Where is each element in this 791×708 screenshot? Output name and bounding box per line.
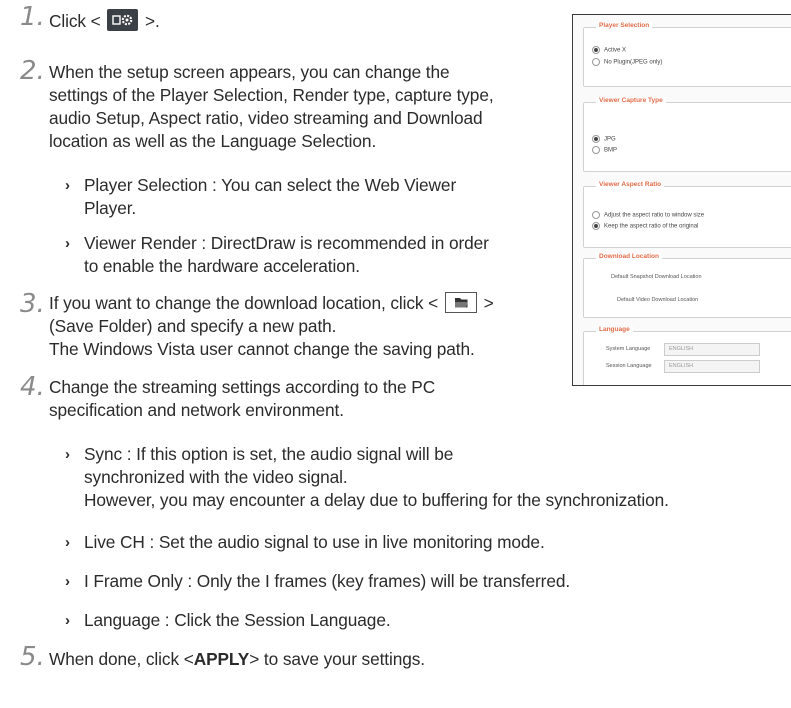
step-5-after: > to save your settings.: [249, 649, 426, 669]
step-3-line-2: (Save Folder) and specify a new path.: [49, 316, 337, 336]
radio-unselected: [592, 211, 600, 219]
bullet-viewer-render-line-2: to enable the hardware acceleration.: [84, 256, 360, 276]
system-language-label: System Language: [606, 346, 651, 352]
snapshot-location-label: Default Snapshot Download Location: [611, 274, 702, 280]
step-number-5: 5.: [20, 642, 45, 672]
radio-selected: [592, 222, 600, 230]
download-location-title: Download Location: [596, 253, 662, 260]
bullet-i-frame-only: I Frame Only : Only the I frames (key fr…: [84, 571, 571, 591]
bullet-live-ch: Live CH : Set the audio signal to use in…: [84, 532, 545, 552]
step-5-text: When done, click <APPLY> to save your se…: [49, 648, 425, 671]
bullet-chevron: ›: [65, 446, 70, 463]
step-3-line-1: If you want to change the download locat…: [49, 291, 494, 315]
player-selection-group: Player Selection Active X No Plugin(JPEG…: [583, 22, 791, 87]
folder-icon: [444, 291, 477, 313]
step-5-before: When done, click <: [49, 649, 194, 669]
option-bmp: BMP: [592, 146, 617, 154]
language-title: Language: [596, 326, 633, 333]
option-keep-aspect: Keep the aspect ratio of the original: [592, 222, 698, 230]
step-2-line-4: location as well as the Language Selecti…: [49, 131, 377, 151]
system-language-select[interactable]: ENGLISH: [664, 343, 760, 356]
option-adjust-aspect: Adjust the aspect ratio to window size: [592, 211, 704, 219]
step-number-3: 3.: [20, 289, 45, 319]
bullet-player-selection-line-2: Player.: [84, 198, 137, 218]
step-1-before: Click <: [49, 11, 101, 31]
bullet-sync-line-1: Sync : If this option is set, the audio …: [84, 444, 454, 464]
bullet-language: Language : Click the Session Language.: [84, 610, 391, 630]
radio-selected: [592, 46, 600, 54]
radio-selected: [592, 135, 600, 143]
capture-type-group: Viewer Capture Type JPG BMP: [583, 97, 791, 172]
setup-screenshot: Player Selection Active X No Plugin(JPEG…: [572, 14, 791, 386]
bullet-viewer-render-line-1: Viewer Render : DirectDraw is recommende…: [84, 233, 489, 253]
step-1-after: >.: [145, 11, 160, 31]
gear-icon: [107, 9, 139, 32]
bullet-sync-line-2: synchronized with the video signal.: [84, 467, 348, 487]
radio-unselected: [592, 58, 600, 66]
bullet-sync-line-3: However, you may encounter a delay due t…: [84, 490, 669, 510]
step-3-after: >: [483, 293, 494, 313]
radio-unselected: [592, 146, 600, 154]
aspect-ratio-group: Viewer Aspect Ratio Adjust the aspect ra…: [583, 181, 791, 248]
step-4-line-1: Change the streaming settings according …: [49, 377, 436, 397]
video-location-label: Default Video Download Location: [617, 297, 699, 303]
step-3-line-3: The Windows Vista user cannot change the…: [49, 339, 475, 359]
download-location-group: Download Location Default Snapshot Downl…: [583, 253, 791, 318]
option-no-plugin: No Plugin(JPEG only): [592, 58, 662, 66]
step-3-before: If you want to change the download locat…: [49, 293, 439, 313]
step-2-line-3: audio Setup, Aspect ratio, video streami…: [49, 108, 483, 128]
option-active-x: Active X: [592, 46, 626, 54]
step-4-line-2: specification and network environment.: [49, 400, 344, 420]
bullet-chevron: ›: [65, 612, 70, 629]
option-jpg: JPG: [592, 135, 616, 143]
apply-label: APPLY: [193, 649, 250, 669]
player-selection-title: Player Selection: [596, 22, 653, 29]
session-language-select[interactable]: ENGLISH: [664, 360, 760, 373]
aspect-ratio-title: Viewer Aspect Ratio: [596, 181, 665, 188]
bullet-player-selection-line-1: Player Selection : You can select the We…: [84, 175, 457, 195]
step-number-1: 1.: [20, 2, 45, 32]
bullet-chevron: ›: [65, 573, 70, 590]
bullet-chevron: ›: [65, 235, 70, 252]
bullet-chevron: ›: [65, 534, 70, 551]
session-language-label: Session Language: [606, 363, 652, 369]
capture-type-title: Viewer Capture Type: [596, 97, 666, 104]
step-number-2: 2.: [20, 56, 45, 86]
step-1-text: Click < >.: [49, 9, 160, 33]
language-group: Language System Language ENGLISH Session…: [583, 326, 791, 385]
step-2-line-2: settings of the Player Selection, Render…: [49, 85, 494, 105]
bullet-chevron: ›: [65, 177, 70, 194]
step-2-line-1: When the setup screen appears, you can c…: [49, 62, 450, 82]
step-number-4: 4.: [20, 372, 45, 402]
